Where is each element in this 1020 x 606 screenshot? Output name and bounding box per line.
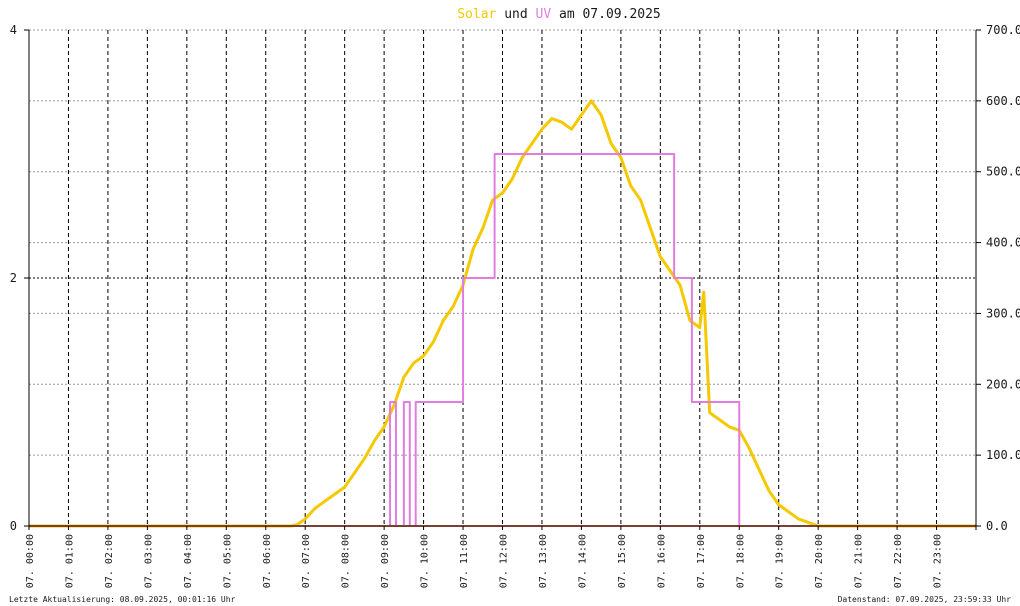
x-tick-label: 07. 10:00 xyxy=(420,534,431,588)
x-tick-label: 07. 20:00 xyxy=(814,534,825,588)
x-tick-label: 07. 16:00 xyxy=(656,534,667,588)
title-date: am 07.09.2025 xyxy=(551,7,661,22)
x-tick-label: 07. 01:00 xyxy=(64,534,75,588)
x-tick-label: 07. 19:00 xyxy=(775,534,786,588)
x-tick-label: 07. 06:00 xyxy=(262,534,273,588)
x-tick-label: 07. 03:00 xyxy=(143,534,154,588)
title-uv: UV xyxy=(536,7,552,22)
y-right-tick-label: 0.0 xyxy=(986,519,1008,533)
solar-uv-chart: 0 2 4 0.0 100.0 200.0 300.0 400.0 500.0 600.0 700.… xyxy=(0,0,1020,606)
x-tick-label: 07. 15:00 xyxy=(617,534,628,588)
x-tick-label: 07. 09:00 xyxy=(380,534,391,588)
y-right-tick-label: 300.0 xyxy=(986,306,1020,320)
x-tick-label: 07. 23:00 xyxy=(933,534,944,588)
y-left-tick-label: 2 xyxy=(10,271,17,285)
x-tick-label: 07. 12:00 xyxy=(499,534,510,588)
x-tick-label: 07. 07:00 xyxy=(301,534,312,588)
x-tick-label: 07. 17:00 xyxy=(696,534,707,588)
y-right-tick-label: 100.0 xyxy=(986,448,1020,462)
x-tick-label: 07. 02:00 xyxy=(104,534,115,588)
x-tick-label: 07. 11:00 xyxy=(459,534,470,588)
x-tick-label: 07. 13:00 xyxy=(538,534,549,588)
title-und: und xyxy=(496,7,535,22)
y-right-tick-label: 600.0 xyxy=(986,94,1020,108)
chart-root: 0 2 4 0.0 100.0 200.0 300.0 400.0 500.0 600.0 700.… xyxy=(0,0,1020,606)
chart-title: Solar und UV am 07.09.2025 xyxy=(457,7,661,22)
x-tick-label: 07. 21:00 xyxy=(854,534,865,588)
y-right-tick-label: 700.0 xyxy=(986,23,1020,37)
x-tick-label: 07. 05:00 xyxy=(222,534,233,588)
title-solar: Solar xyxy=(457,7,496,22)
footer-data-status: Datenstand: 07.09.2025, 23:59:33 Uhr xyxy=(838,595,1012,604)
footer-last-update: Letzte Aktualisierung: 08.09.2025, 00:01… xyxy=(9,595,236,604)
y-left-tick-label: 0 xyxy=(10,519,17,533)
x-tick-label: 07. 00:00 xyxy=(25,534,36,588)
x-tick-label: 07. 22:00 xyxy=(893,534,904,588)
y-right-tick-label: 400.0 xyxy=(986,236,1020,250)
x-tick-label: 07. 18:00 xyxy=(735,534,746,588)
y-right-tick-label: 500.0 xyxy=(986,165,1020,179)
y-left-tick-label: 4 xyxy=(10,23,17,37)
x-tick-label: 07. 08:00 xyxy=(341,534,352,588)
x-tick-label: 07. 04:00 xyxy=(183,534,194,588)
y-right-tick-label: 200.0 xyxy=(986,377,1020,391)
x-tick-label: 07. 14:00 xyxy=(577,534,588,588)
